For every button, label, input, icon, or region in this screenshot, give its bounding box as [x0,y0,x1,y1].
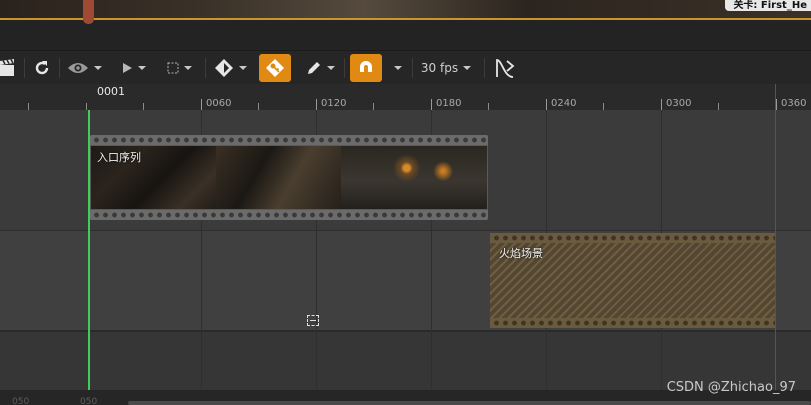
fps-dropdown[interactable]: 30 fps [418,51,474,85]
eye-icon [67,63,88,73]
thumbnail [216,146,341,209]
ruler-tick [143,103,144,110]
ruler-tick-label: 0180 [436,98,462,109]
toolbar-separator [344,58,345,78]
toolbar-separator [412,58,413,78]
magnet-icon [360,61,372,75]
range-end-label: 050 [80,397,98,405]
key-orange-icon [266,59,284,77]
selection-icon [167,62,178,74]
play-dropdown[interactable] [116,51,150,85]
ruler-tick-label: 0360 [781,98,807,109]
ruler-tick [603,103,604,110]
key-icon [214,59,233,77]
fps-label: 30 fps [420,61,459,75]
ruler-tick-label: 0060 [206,98,232,109]
ruler-tick [718,103,719,110]
ruler-tick-label: 0300 [666,98,692,109]
snap-button[interactable] [350,54,382,82]
key-orange-button[interactable] [259,54,291,82]
ruler-tick [373,103,374,110]
ruler-tick-label: 0240 [551,98,577,109]
curve-icon [496,59,515,78]
film-perforation [90,210,488,220]
ruler-tick [86,103,87,110]
clip-label: 入口序列 [97,151,141,164]
track-area[interactable]: 入口序列 火焰场景 [0,110,811,392]
ruler-tick-major [661,99,662,110]
watermark: CSDN @Zhichao_97 [666,380,796,395]
ruler-tick [28,103,29,110]
horizontal-scrollbar[interactable] [128,401,811,405]
chevron-down-icon [326,66,335,70]
panel-gap [0,20,811,50]
play-icon [122,63,132,73]
ruler-tick-major [431,99,432,110]
section-marker-icon[interactable] [307,315,319,326]
playhead-line [88,110,90,390]
shot-clip-entrance[interactable]: 入口序列 [90,135,488,220]
film-perforation [90,135,488,145]
end-marker-line[interactable] [775,84,776,390]
film-perforation [490,233,775,243]
chevron-down-icon [463,66,472,70]
chevron-down-icon [137,66,146,70]
ruler-tick [488,103,489,110]
sequencer-toolbar: 30 fps [0,50,811,85]
snap-options-dropdown[interactable] [388,51,408,85]
curve-editor-button[interactable] [492,51,518,85]
ruler-tick-major [201,99,202,110]
pencil-dropdown[interactable] [302,51,338,85]
toolbar-separator [24,58,25,78]
viewport-tooltip: 关卡: First_He [725,0,811,11]
eye-dropdown[interactable] [65,51,103,85]
playhead-handle[interactable] [83,0,94,24]
ruler-tick-major [546,99,547,110]
ruler-tick [258,103,259,110]
chevron-down-icon [238,66,247,70]
thumbnail [341,146,487,209]
ruler-tick-major [316,99,317,110]
sequencer-window: 关卡: First_He 30 fps 0060 0120 0180 0240 … [0,0,811,405]
key-dropdown[interactable] [211,51,249,85]
chevron-down-icon [183,66,192,70]
selection-dropdown[interactable] [162,51,196,85]
pencil-icon [307,62,320,74]
clip-thumbnails [91,146,487,209]
toolbar-separator [484,58,485,78]
subsequence-clip-fire[interactable]: 火焰场景 [490,233,775,328]
clip-label: 火焰场景 [499,247,543,260]
film-perforation [490,318,775,328]
toolbar-separator [59,58,60,78]
refresh-icon[interactable] [30,51,54,85]
clapperboard-icon[interactable] [0,51,16,85]
chevron-down-icon [93,66,102,70]
ruler-tick-major [776,99,777,110]
ruler-tick-label: 0120 [321,98,347,109]
playhead-frame-label: 0001 [97,85,125,98]
toolbar-separator [205,58,206,78]
chevron-down-icon [394,66,402,70]
range-start-label: 050 [12,397,30,405]
viewport-preview: 关卡: First_He [0,0,811,20]
